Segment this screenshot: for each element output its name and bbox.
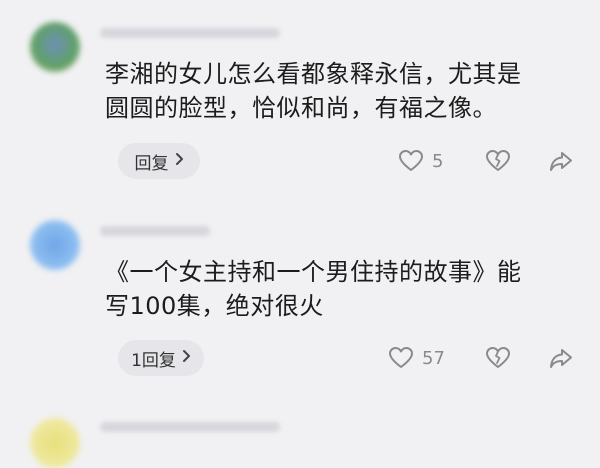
dislike-button[interactable] — [485, 149, 511, 173]
dislike-button[interactable] — [485, 346, 511, 370]
broken-heart-icon — [485, 346, 511, 370]
chevron-right-icon — [182, 349, 191, 367]
heart-icon — [398, 149, 424, 173]
username-blurred — [100, 422, 280, 432]
reply-button[interactable]: 1回复 — [118, 340, 204, 376]
broken-heart-icon — [485, 149, 511, 173]
share-button[interactable] — [548, 346, 574, 370]
reply-button[interactable]: 回复 — [118, 143, 200, 179]
comment-text-line: 李湘的女儿怎么看都象释永信，尤其是 — [105, 60, 522, 88]
comment-text-line: 《一个女主持和一个男住持的故事》能 — [105, 258, 522, 286]
chevron-right-icon — [175, 152, 184, 170]
like-count: 5 — [432, 150, 444, 172]
comment-text: 李湘的女儿怎么看都象释永信，尤其是 圆圆的脸型，恰似和尚，有福之像。 — [105, 57, 575, 125]
share-button[interactable] — [548, 149, 574, 173]
reply-label: 回复 — [134, 153, 169, 174]
comment-text-line: 圆圆的脸型，恰似和尚，有福之像。 — [105, 94, 497, 122]
username-blurred — [100, 28, 280, 38]
like-count: 57 — [422, 347, 445, 369]
share-arrow-icon — [548, 149, 574, 173]
reply-label: 1回复 — [131, 350, 176, 371]
avatar[interactable] — [30, 220, 80, 270]
share-arrow-icon — [548, 346, 574, 370]
comment-text: 《一个女主持和一个男住持的故事》能 写100集，绝对很火 — [105, 255, 575, 323]
like-button[interactable]: 5 — [398, 149, 443, 173]
comment-text-line: 写100集，绝对很火 — [105, 292, 324, 320]
username-blurred — [100, 226, 210, 236]
avatar[interactable] — [30, 22, 80, 72]
avatar[interactable] — [30, 418, 80, 468]
heart-icon — [388, 346, 414, 370]
like-button[interactable]: 57 — [388, 346, 445, 370]
